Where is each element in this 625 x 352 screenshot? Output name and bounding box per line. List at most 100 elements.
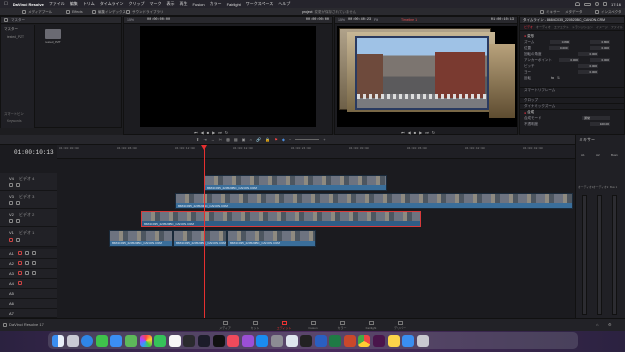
notes-icon[interactable] <box>387 334 400 347</box>
insert-icon[interactable]: ▩ <box>226 137 230 142</box>
solo-icon[interactable] <box>25 251 29 255</box>
timeline-name-dropdown[interactable]: Timeline 1 <box>401 18 417 22</box>
terminal-icon[interactable] <box>300 334 313 347</box>
play-icon[interactable]: ▶ <box>212 130 215 135</box>
position-x-field[interactable]: 0.000 <box>548 46 569 50</box>
lock-icon[interactable] <box>9 201 13 205</box>
zoom-x-field[interactable]: 0.800 <box>550 40 571 44</box>
source-viewer-screen[interactable] <box>140 26 316 127</box>
fader-bus1[interactable] <box>612 195 617 315</box>
safari-icon[interactable] <box>81 334 94 347</box>
fader-a2[interactable] <box>597 195 602 315</box>
powerpoint-icon[interactable] <box>343 334 356 347</box>
tab-audio[interactable]: オーディオ <box>536 25 551 30</box>
lock-icon[interactable] <box>9 238 13 242</box>
mute-icon[interactable] <box>32 271 36 275</box>
menu-item-edit[interactable]: 編集 <box>70 1 78 7</box>
zoom-y-field[interactable]: 0.800 <box>590 40 610 44</box>
zoom-slider[interactable] <box>295 139 320 140</box>
dynamic-trim-icon[interactable]: ↔ <box>211 137 215 142</box>
flip-v-icon[interactable]: ⇅ <box>557 76 560 80</box>
preview-icon[interactable] <box>285 334 298 347</box>
tl-stop-icon[interactable]: ■ <box>414 130 416 135</box>
list-view-icon[interactable] <box>4 18 8 22</box>
eye-icon[interactable] <box>16 219 20 223</box>
tl-loop-icon[interactable]: ↻ <box>432 130 435 135</box>
maps-icon[interactable] <box>124 334 137 347</box>
lock-icon[interactable] <box>9 183 13 187</box>
record-icon[interactable] <box>18 271 22 275</box>
tab-effects[interactable]: エフェクト <box>554 25 569 30</box>
mute-icon[interactable] <box>32 261 36 265</box>
selection-tool-icon[interactable]: ⬆ <box>196 137 199 142</box>
search-icon[interactable] <box>594 2 599 6</box>
davinci-resolve-icon[interactable] <box>183 334 196 347</box>
edit-index-toggle[interactable]: 編集インデックス <box>92 8 126 16</box>
page-cut[interactable]: カット <box>242 320 268 331</box>
timeline-clip-v1-a[interactable]: 8684C035_220520BC_CANON.CRM <box>109 230 173 247</box>
wifi-icon[interactable] <box>574 2 580 6</box>
mute-icon[interactable] <box>32 251 36 255</box>
lock-icon[interactable] <box>9 219 13 223</box>
menu-item-playback[interactable]: 再生 <box>180 1 188 7</box>
project-settings-icon[interactable]: ⚙ <box>608 322 612 327</box>
tl-skip-forward-icon[interactable]: ⏭ <box>425 130 429 135</box>
mixer-toggle[interactable]: ミキサー <box>540 8 560 16</box>
menu-item-color[interactable]: カラー <box>210 1 222 7</box>
menu-item-timeline[interactable]: タイムライン <box>100 1 124 7</box>
zoom-out-icon[interactable]: − <box>289 137 291 142</box>
media-pool-clip[interactable]: tested_PZT <box>45 29 61 44</box>
finder-icon[interactable] <box>52 334 64 347</box>
menu-item-clip[interactable]: クリップ <box>129 1 145 7</box>
timeline-clip-v1-b[interactable]: 8684C035_220520BC_CANON.CRM <box>173 230 227 247</box>
timeline-clip-v2-selected[interactable]: 8684C035_220520BC_CANON.CRM <box>141 211 421 227</box>
page-deliver[interactable]: デリバー <box>387 320 413 331</box>
overwrite-icon[interactable]: ▦ <box>234 137 238 142</box>
opacity-field[interactable]: 100.00 <box>590 122 610 126</box>
effects-toggle[interactable]: Effects <box>66 8 83 16</box>
record-icon[interactable] <box>18 261 22 265</box>
playhead[interactable] <box>204 145 205 318</box>
tl-play-reverse-icon[interactable]: ◀ <box>408 130 411 135</box>
tv-icon[interactable] <box>212 334 225 347</box>
tab-video[interactable]: ビデオ <box>524 25 533 30</box>
solo-icon[interactable] <box>25 261 29 265</box>
tab-transition[interactable]: トランジション <box>572 25 593 30</box>
track-header-v1[interactable]: V1 ビデオ 1 <box>0 227 57 247</box>
messages-icon[interactable] <box>95 334 108 347</box>
position-y-field[interactable]: 0.000 <box>590 46 610 50</box>
tab-image[interactable]: イメージ <box>596 25 608 30</box>
sound-library-toggle[interactable]: サウンドライブラリ <box>126 8 164 16</box>
trash-icon[interactable] <box>416 334 429 347</box>
timeline-clip-v3[interactable]: 8684C035_220520BC_CANON.CRM <box>175 193 573 209</box>
skip-back-icon[interactable]: ⏮ <box>194 130 198 135</box>
calendar-icon[interactable] <box>168 334 181 347</box>
flip-h-icon[interactable]: ⇆ <box>551 76 554 80</box>
menu-item-mark[interactable]: マーク <box>150 1 162 7</box>
page-media[interactable]: メディア <box>212 320 238 331</box>
tl-skip-back-icon[interactable]: ⏮ <box>401 130 405 135</box>
keywords-bin[interactable]: Keywords <box>7 119 21 123</box>
launchpad-icon[interactable] <box>66 334 79 347</box>
bin-tree-master[interactable]: マスター <box>1 25 34 34</box>
bin-label[interactable]: マスター <box>11 18 25 23</box>
menu-item-trim[interactable]: トリム <box>83 1 95 7</box>
apple-menu-icon[interactable]:  <box>4 1 8 7</box>
clock[interactable]: 17:16 <box>611 2 621 7</box>
project-manager-icon[interactable]: ⌂ <box>596 322 598 327</box>
settings-icon[interactable] <box>270 334 283 347</box>
page-color[interactable]: カラー <box>329 320 355 331</box>
page-edit[interactable]: エディット <box>271 320 297 331</box>
menu-item-fairlight[interactable]: Fairlight <box>227 2 241 7</box>
track-header-a3[interactable]: A3 <box>0 269 57 279</box>
position-lock-icon[interactable]: 🔒 <box>265 137 270 142</box>
track-header-a5[interactable]: A5 <box>0 289 57 299</box>
track-header-a1[interactable]: A1 <box>0 249 57 259</box>
track-header-a6[interactable]: A6 <box>0 299 57 309</box>
track-header-a4[interactable]: A4 <box>0 279 57 289</box>
facetime-icon[interactable] <box>154 334 167 347</box>
zoom-in-icon[interactable]: + <box>323 137 325 142</box>
anchor-x-field[interactable]: 0.000 <box>558 58 579 62</box>
battery-icon[interactable] <box>583 2 591 6</box>
fader-a1[interactable] <box>582 195 587 315</box>
